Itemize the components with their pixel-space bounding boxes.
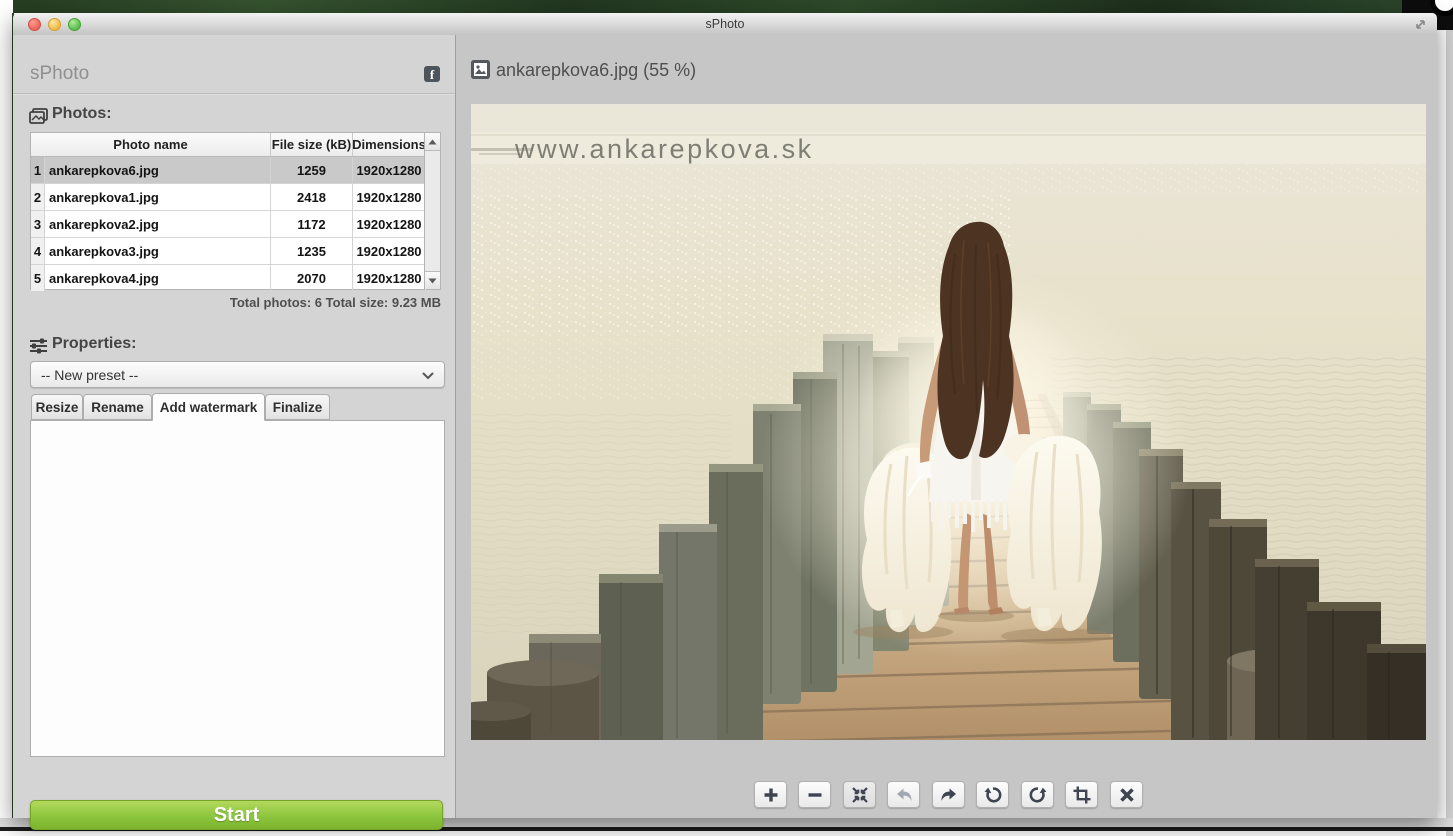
rotate-right-button[interactable] — [1021, 781, 1054, 808]
app-title: sPhoto — [30, 63, 89, 85]
window-title: sPhoto — [13, 17, 1437, 31]
collapse-arrows-icon — [849, 784, 871, 806]
table-header-row[interactable]: Photo name File size (kB) Dimensions — [31, 133, 440, 157]
table-row[interactable]: 4 ankarepkova3.jpg 1235 1920x1280 — [31, 238, 440, 265]
undo-button[interactable] — [887, 781, 920, 808]
column-header-dimensions[interactable]: Dimensions — [353, 133, 426, 156]
chevron-down-icon — [422, 367, 444, 383]
fit-to-window-button[interactable] — [843, 781, 876, 808]
rotate-left-button[interactable] — [976, 781, 1009, 808]
photo-table: Photo name File size (kB) Dimensions 1 a… — [30, 132, 441, 290]
tab-finalize[interactable]: Finalize — [265, 394, 330, 420]
photos-icon — [29, 108, 48, 125]
rotate-ccw-icon — [982, 784, 1004, 806]
scroll-down-icon[interactable] — [425, 271, 440, 289]
column-header-photo-name[interactable]: Photo name — [31, 133, 271, 156]
table-row[interactable]: 1 ankarepkova6.jpg 1259 1920x1280 — [31, 157, 440, 184]
tab-rename[interactable]: Rename — [83, 394, 152, 420]
preview-toolbar — [456, 781, 1438, 811]
minus-icon — [804, 784, 826, 806]
totals-label: Total photos: 6 Total size: 9.23 MB — [13, 295, 441, 310]
plus-icon — [760, 784, 782, 806]
preset-selected-value: -- New preset -- — [31, 367, 422, 383]
desktop-wallpaper-strip — [13, 0, 1408, 13]
photos-section-title: Photos: — [52, 105, 112, 123]
window-titlebar[interactable]: sPhoto — [13, 13, 1437, 36]
rotate-cw-icon — [1027, 784, 1049, 806]
photo-scene: www.ankarepkova.sk — [471, 104, 1426, 740]
properties-section-title: Properties: — [52, 335, 136, 353]
close-icon — [1116, 784, 1138, 806]
undo-icon — [893, 784, 915, 806]
properties-icon — [29, 338, 48, 355]
redo-button[interactable] — [932, 781, 965, 808]
start-button[interactable]: Start — [30, 800, 443, 830]
facebook-icon[interactable]: f — [424, 66, 440, 82]
tab-add-watermark[interactable]: Add watermark — [152, 393, 265, 421]
settings-panel: sPhoto f Photos: Photo name File size (k… — [13, 35, 455, 818]
watermark-tab-panel — [30, 420, 445, 757]
preview-panel: ankarepkova6.jpg (55 %) — [455, 35, 1437, 818]
table-row[interactable]: 3 ankarepkova2.jpg 1172 1920x1280 — [31, 211, 440, 238]
table-scrollbar[interactable] — [424, 133, 440, 289]
column-header-file-size[interactable]: File size (kB) — [271, 133, 353, 156]
zoom-out-button[interactable] — [798, 781, 831, 808]
photo-preview[interactable]: www.ankarepkova.sk — [471, 104, 1426, 740]
close-preview-button[interactable] — [1110, 781, 1143, 808]
preview-filename-label: ankarepkova6.jpg (55 %) — [496, 60, 696, 81]
desktop-right-edge — [1446, 30, 1453, 836]
scroll-up-icon[interactable] — [425, 133, 440, 151]
resize-diagonal-icon[interactable] — [1413, 17, 1428, 37]
table-row[interactable]: 2 ankarepkova1.jpg 2418 1920x1280 — [31, 184, 440, 211]
photo-watermark-text: www.ankarepkova.sk — [514, 134, 814, 164]
header-divider — [13, 93, 455, 95]
table-row[interactable]: 5 ankarepkova4.jpg 2070 1920x1280 — [31, 265, 440, 292]
redo-icon — [938, 784, 960, 806]
preset-select[interactable]: -- New preset -- — [30, 361, 445, 388]
sphoto-window: sPhoto sPhoto f Photos: Photo name File … — [13, 13, 1437, 818]
image-file-icon — [471, 60, 490, 79]
tab-resize[interactable]: Resize — [31, 394, 83, 420]
crop-button[interactable] — [1065, 781, 1098, 808]
desktop-background: sPhoto sPhoto f Photos: Photo name File … — [0, 0, 1453, 836]
zoom-in-button[interactable] — [754, 781, 787, 808]
crop-icon — [1071, 784, 1093, 806]
